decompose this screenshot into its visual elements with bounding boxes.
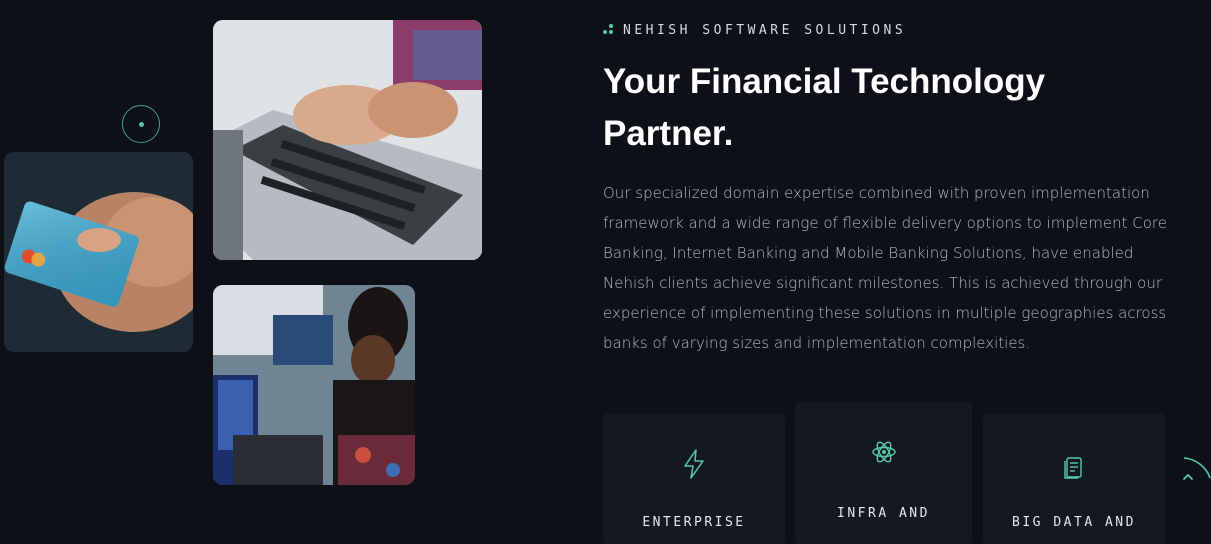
section-title-line2: Partner. (603, 114, 734, 153)
typing-on-laptop-photo (213, 20, 482, 260)
lightning-icon (684, 449, 704, 479)
service-card-bigdata[interactable]: BIG DATA AND (983, 414, 1165, 544)
dots-icon (603, 24, 615, 36)
woman-working-on-laptop-photo (213, 285, 415, 485)
scroll-to-top-button[interactable] (1176, 452, 1211, 494)
service-card-label: INFRA AND (837, 506, 930, 521)
hand-holding-card-photo (4, 152, 193, 352)
atom-icon (871, 441, 896, 463)
section-eyebrow: NEHISH SOFTWARE SOLUTIONS (603, 21, 906, 39)
eyebrow-text: NEHISH SOFTWARE SOLUTIONS (623, 22, 907, 38)
section-title: Your Financial Technology Partner. (603, 56, 1123, 160)
chevron-up-icon (1183, 457, 1211, 480)
service-card-infra[interactable]: INFRA AND (795, 402, 972, 544)
decorative-ring-icon (122, 105, 160, 143)
section-description: Our specialized domain expertise combine… (603, 184, 1167, 352)
service-card-enterprise[interactable]: ENTERPRISE (603, 414, 785, 544)
service-card-label: BIG DATA AND (1012, 515, 1136, 530)
section-title-line1: Your Financial Technology (603, 62, 1046, 101)
document-icon (1064, 457, 1082, 479)
service-card-label: ENTERPRISE (642, 515, 746, 530)
